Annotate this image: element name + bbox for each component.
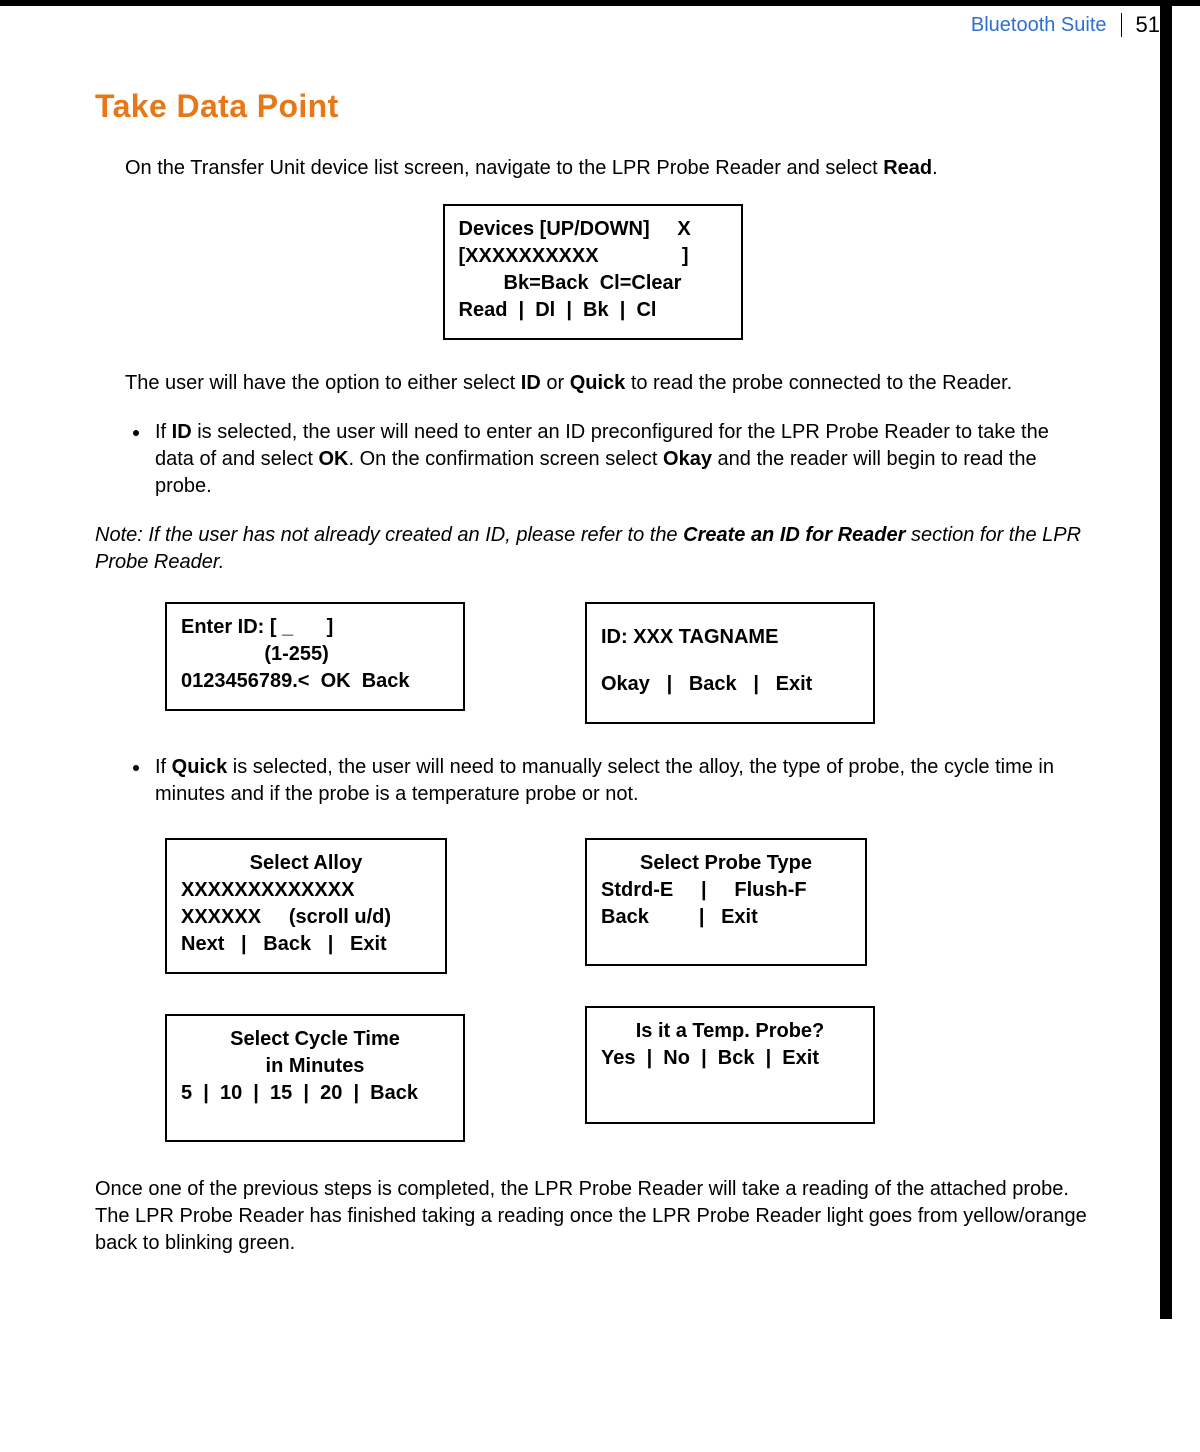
alloy-line-3: XXXXXX (scroll u/d): [181, 904, 431, 931]
final-paragraph: Once one of the previous steps is comple…: [95, 1176, 1090, 1257]
devices-line-2: [XXXXXXXXXX ]: [459, 243, 727, 270]
bullet-id-pre: If: [155, 421, 172, 443]
intro-text-post: .: [932, 157, 938, 179]
option-text-pre: The user will have the option to either …: [125, 372, 521, 394]
temp-line-3: Yes | No | Bck | Exit: [601, 1045, 859, 1072]
bullet-id-b3: Okay: [663, 448, 712, 470]
alloy-line-1: Select Alloy: [181, 850, 431, 877]
enter-id-line-1: Enter ID: [ _ ]: [181, 614, 449, 641]
id-tag-screen-box: ID: XXX TAGNAME Okay | Back | Exit: [585, 602, 875, 724]
note-bold: Create an ID for Reader: [683, 524, 905, 546]
option-paragraph: The user will have the option to either …: [125, 370, 1090, 397]
select-probe-screen-box: Select Probe Type Stdrd-E | Flush-F Back…: [585, 838, 867, 966]
page-title: Take Data Point: [95, 88, 1090, 125]
alloy-line-2: XXXXXXXXXXXXX: [181, 877, 431, 904]
bullet-quick-pre: If: [155, 756, 172, 778]
select-alloy-screen-box: Select Alloy XXXXXXXXXXXXX XXXXXX (scrol…: [165, 838, 447, 974]
page-header: Bluetooth Suite 51: [0, 6, 1200, 48]
bullet-id-b1: ID: [172, 421, 192, 443]
bullet-quick-post: is selected, the user will need to manua…: [155, 756, 1054, 805]
temp-probe-screen-box: Is it a Temp. Probe? Yes | No | Bck | Ex…: [585, 1006, 875, 1124]
enter-id-screen-box: Enter ID: [ _ ] (1-255) 0123456789.< OK …: [165, 602, 465, 711]
cycle-line-2: in Minutes: [181, 1053, 449, 1080]
cycle-line-4: 5 | 10 | 15 | 20 | Back: [181, 1080, 449, 1107]
alloy-line-4: Next | Back | Exit: [181, 931, 431, 958]
id-tag-line-2: Okay | Back | Exit: [601, 671, 859, 698]
bullet-quick-b1: Quick: [172, 756, 228, 778]
option-text-post: to read the probe connected to the Reade…: [625, 372, 1012, 394]
note-paragraph: Note: If the user has not already create…: [95, 522, 1090, 576]
devices-line-4: Read | Dl | Bk | Cl: [459, 297, 727, 324]
bullet-id-b2: OK: [318, 448, 348, 470]
probe-line-1: Select Probe Type: [601, 850, 851, 877]
devices-line-1: Devices [UP/DOWN] X: [459, 216, 727, 243]
id-tag-line-1: ID: XXX TAGNAME: [601, 624, 859, 651]
intro-paragraph: On the Transfer Unit device list screen,…: [125, 155, 1090, 182]
probe-line-4: Back | Exit: [601, 904, 851, 931]
page-number: 51: [1136, 12, 1160, 38]
option-text-mid: or: [541, 372, 570, 394]
select-cycle-screen-box: Select Cycle Time in Minutes 5 | 10 | 15…: [165, 1014, 465, 1142]
page-right-edge: [1160, 0, 1172, 1319]
intro-text-read: Read: [883, 157, 932, 179]
intro-text-pre: On the Transfer Unit device list screen,…: [125, 157, 883, 179]
bullet-id-mid2: . On the confirmation screen select: [348, 448, 663, 470]
enter-id-line-2: (1-255): [181, 641, 449, 668]
probe-line-3: Stdrd-E | Flush-F: [601, 877, 851, 904]
devices-screen-box: Devices [UP/DOWN] X [XXXXXXXXXX ] Bk=Bac…: [443, 204, 743, 340]
note-pre: Note: If the user has not already create…: [95, 524, 683, 546]
enter-id-line-4: 0123456789.< OK Back: [181, 668, 449, 695]
breadcrumb: Bluetooth Suite: [971, 14, 1107, 37]
header-divider: [1121, 13, 1122, 37]
option-quick: Quick: [570, 372, 626, 394]
temp-line-1: Is it a Temp. Probe?: [601, 1018, 859, 1045]
option-id: ID: [521, 372, 541, 394]
bullet-quick: If Quick is selected, the user will need…: [151, 754, 1090, 808]
cycle-line-1: Select Cycle Time: [181, 1026, 449, 1053]
bullet-id: If ID is selected, the user will need to…: [151, 419, 1090, 500]
devices-line-3: Bk=Back Cl=Clear: [459, 270, 727, 297]
